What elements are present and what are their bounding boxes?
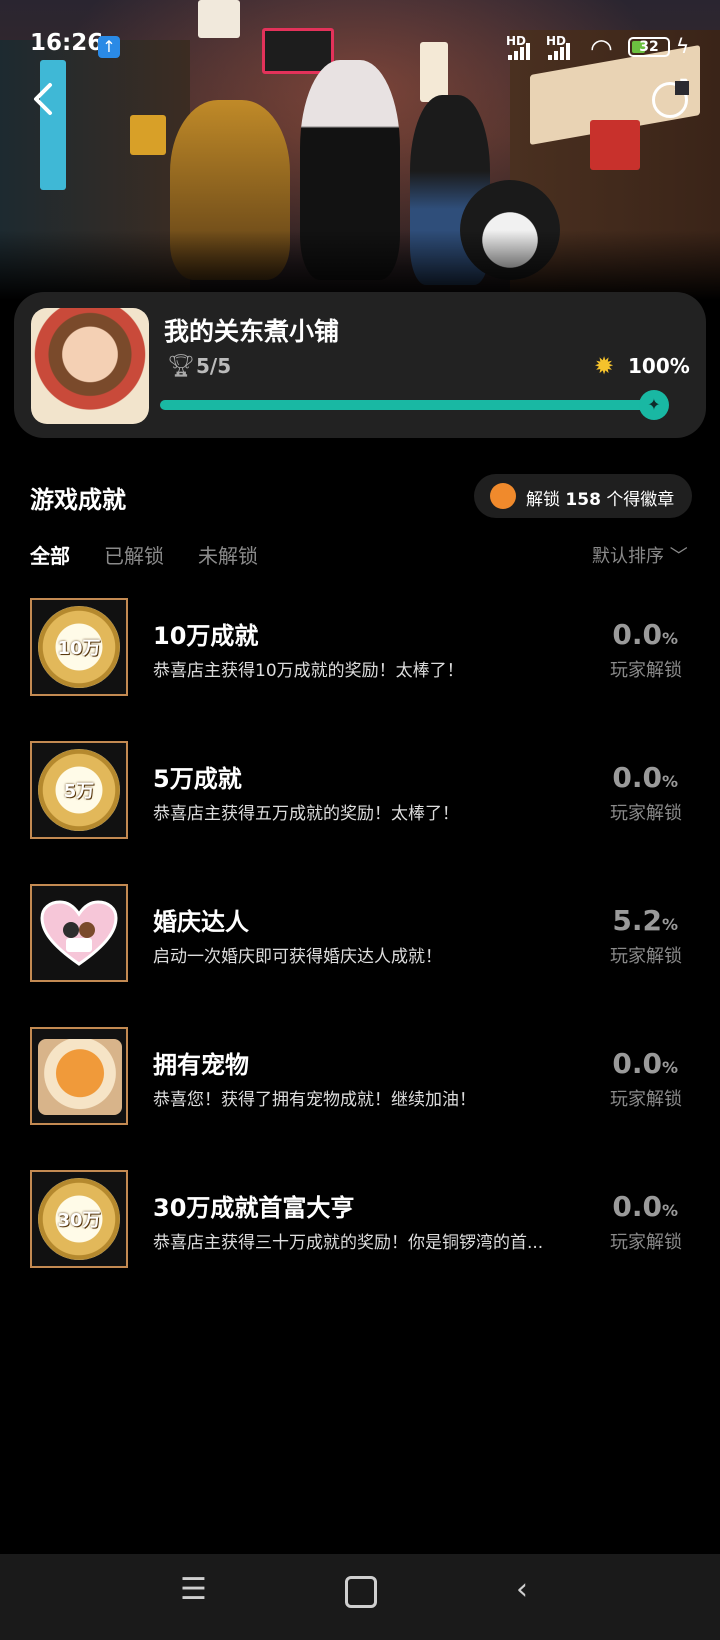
list-item[interactable]: 婚庆达人 启动一次婚庆即可获得婚庆达人成就！ 5.2% 玩家解锁: [0, 884, 720, 984]
upload-icon: ↑: [98, 36, 120, 58]
achievement-title: 30万成就首富大亨: [153, 1194, 355, 1222]
wedding-heart-icon: [30, 884, 128, 982]
badge-icon: [490, 483, 516, 509]
rate-unit: %: [661, 915, 678, 934]
rate-value: 0.0: [612, 761, 662, 794]
tab-unlocked[interactable]: 已解锁: [104, 540, 164, 569]
completion-percent: 100%: [628, 354, 690, 378]
achievement-title: 10万成就: [153, 622, 259, 650]
charging-icon: ϟ: [676, 34, 690, 58]
share-icon: ↗: [671, 74, 690, 99]
chevron-down-icon: ﹀: [669, 546, 688, 567]
battery-icon: 32: [628, 37, 670, 57]
game-card: 我的关东煮小铺 🏆︎ 5/5 ✹ 100% ✦: [14, 292, 706, 438]
achievement-count: 5/5: [196, 354, 232, 378]
unlock-rate-label: 玩家解锁: [610, 660, 682, 681]
banner-sign: [40, 60, 66, 190]
status-time: 16:26: [30, 30, 104, 56]
rate-unit: %: [661, 772, 678, 791]
signal-bars-icon: [548, 42, 572, 60]
share-button[interactable]: ↗: [652, 76, 690, 118]
achievement-desc: 恭喜店主获得三十万成就的奖励！你是铜锣湾的首...: [153, 1233, 544, 1253]
achievement-desc: 恭喜店主获得10万成就的奖励！太棒了！: [153, 661, 464, 681]
banner-sign: [130, 115, 166, 155]
unlock-badges-pill[interactable]: 解锁 158 个得徽章: [474, 474, 692, 518]
rate-value: 5.2: [612, 904, 662, 937]
banner-fade: [0, 230, 720, 300]
unlock-rate: 0.0%: [612, 1047, 678, 1080]
game-avatar: [31, 308, 149, 424]
unlock-rate-label: 玩家解锁: [610, 803, 682, 824]
rate-value: 0.0: [612, 1047, 662, 1080]
achievement-title: 拥有宠物: [153, 1051, 249, 1079]
home-icon[interactable]: [345, 1576, 377, 1608]
rate-unit: %: [661, 1058, 678, 1077]
unlock-suffix: 个得徽章: [606, 490, 675, 510]
trophy-icon: 🏆︎: [167, 354, 195, 379]
sort-dropdown[interactable]: 默认排序 ﹀: [592, 542, 688, 568]
coin-badge-icon: 10万: [30, 598, 128, 696]
rate-value: 0.0: [612, 1190, 662, 1223]
badge-text: 10万: [57, 638, 101, 659]
system-nav-bar: ☰ ‹: [0, 1554, 720, 1640]
list-item[interactable]: 5万 5万成就 恭喜店主获得五万成就的奖励！太棒了！ 0.0% 玩家解锁: [0, 741, 720, 841]
coin-icon: 10万: [38, 606, 120, 688]
unlock-rate: 0.0%: [612, 761, 678, 794]
coin-badge-icon: 30万: [30, 1170, 128, 1268]
section-title: 游戏成就: [30, 486, 126, 514]
coin-icon: 5万: [38, 749, 120, 831]
game-title: 我的关东煮小铺: [164, 317, 340, 346]
list-item[interactable]: 30万 30万成就首富大亨 恭喜店主获得三十万成就的奖励！你是铜锣湾的首... …: [0, 1170, 720, 1270]
coin-badge-icon: 5万: [30, 741, 128, 839]
menu-icon[interactable]: ☰: [180, 1572, 207, 1607]
signal-bars-icon: [508, 42, 532, 60]
unlock-rate-label: 玩家解锁: [610, 1232, 682, 1253]
unlock-rate: 5.2%: [612, 904, 678, 937]
progress-track: ✦: [160, 390, 669, 420]
badge-text: 30万: [57, 1210, 101, 1231]
achievement-desc: 恭喜店主获得五万成就的奖励！太棒了！: [153, 804, 459, 824]
achievement-title: 婚庆达人: [153, 908, 249, 936]
cat-icon: [38, 1039, 122, 1115]
list-item[interactable]: 拥有宠物 恭喜您！获得了拥有宠物成就！继续加油！ 0.0% 玩家解锁: [0, 1027, 720, 1127]
rate-unit: %: [661, 1201, 678, 1220]
unlock-rate: 0.0%: [612, 1190, 678, 1223]
back-button[interactable]: [32, 82, 54, 122]
list-item[interactable]: 10万 10万成就 恭喜店主获得10万成就的奖励！太棒了！ 0.0% 玩家解锁: [0, 598, 720, 698]
banner-sign: [590, 120, 640, 170]
badge-text: 5万: [63, 781, 95, 802]
achievement-title: 5万成就: [153, 765, 242, 793]
unlock-rate: 0.0%: [612, 618, 678, 651]
coin-icon: 30万: [38, 1178, 120, 1260]
unlock-rate-label: 玩家解锁: [610, 1089, 682, 1110]
heart-icon: [40, 900, 118, 966]
unlock-count: 158: [565, 490, 601, 510]
unlock-prefix: 解锁: [526, 490, 560, 510]
rate-unit: %: [661, 629, 678, 648]
status-bar: 16:26 ↑ HD HD ◠ 32 ϟ: [0, 26, 720, 66]
achievement-desc: 恭喜您！获得了拥有宠物成就！继续加油！: [153, 1090, 476, 1110]
tab-locked[interactable]: 未解锁: [198, 540, 258, 569]
progress-fill: [160, 400, 656, 410]
pet-cat-icon: [30, 1027, 128, 1125]
achievement-desc: 启动一次婚庆即可获得婚庆达人成就！: [153, 947, 442, 967]
medal-icon: ✹: [594, 352, 615, 380]
unlock-rate-label: 玩家解锁: [610, 946, 682, 967]
chevron-left-icon: [34, 83, 52, 115]
progress-star-icon: ✦: [639, 390, 669, 420]
battery-level: 32: [639, 39, 659, 55]
tab-all[interactable]: 全部: [30, 540, 70, 569]
sort-label: 默认排序: [592, 546, 664, 567]
back-nav-icon[interactable]: ‹: [516, 1572, 528, 1607]
wifi-icon: ◠: [590, 34, 613, 64]
unlock-text: 解锁 158 个得徽章: [526, 485, 674, 510]
rate-value: 0.0: [612, 618, 662, 651]
